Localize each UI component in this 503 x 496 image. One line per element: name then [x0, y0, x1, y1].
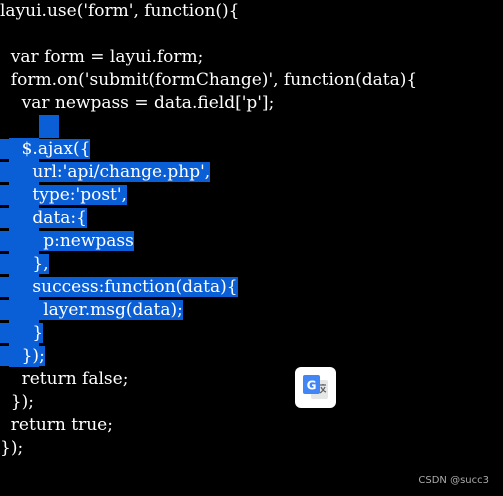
code-line: var form = layui.form; — [0, 47, 204, 67]
code-line-selected: $.ajax({ — [0, 139, 91, 159]
code-line: var newpass = data.field['p']; — [0, 93, 275, 113]
code-line-selected: type:'post', — [0, 185, 127, 205]
code-line-selected: } — [0, 323, 44, 343]
code-line: }); — [0, 438, 24, 458]
code-line-selected: data:{ — [0, 208, 87, 228]
code-line-selected: success:function(data){ — [0, 277, 238, 297]
code-line-selected: }, — [0, 254, 49, 274]
code-line: form.on('submit(formChange)', function(d… — [0, 70, 418, 90]
code-editor[interactable]: layui.use('form', function(){ var form =… — [0, 0, 503, 496]
selection-empty-line — [39, 115, 59, 138]
code-line-selected: p:newpass — [0, 231, 134, 251]
code-line: layui.use('form', function(){ — [0, 1, 240, 21]
code-line-selected: layer.msg(data); — [0, 300, 183, 320]
code-line-selected: }); — [0, 346, 45, 366]
watermark: CSDN @succ3 — [418, 475, 489, 486]
svg-text:G: G — [307, 379, 317, 393]
code-line-selected: url:'api/change.php', — [0, 162, 211, 182]
code-line: }); — [0, 392, 34, 412]
translate-button[interactable]: G — [295, 367, 336, 408]
code-line: return true; — [0, 415, 113, 435]
google-translate-icon: G — [303, 375, 328, 399]
code-line: return false; — [0, 369, 129, 389]
